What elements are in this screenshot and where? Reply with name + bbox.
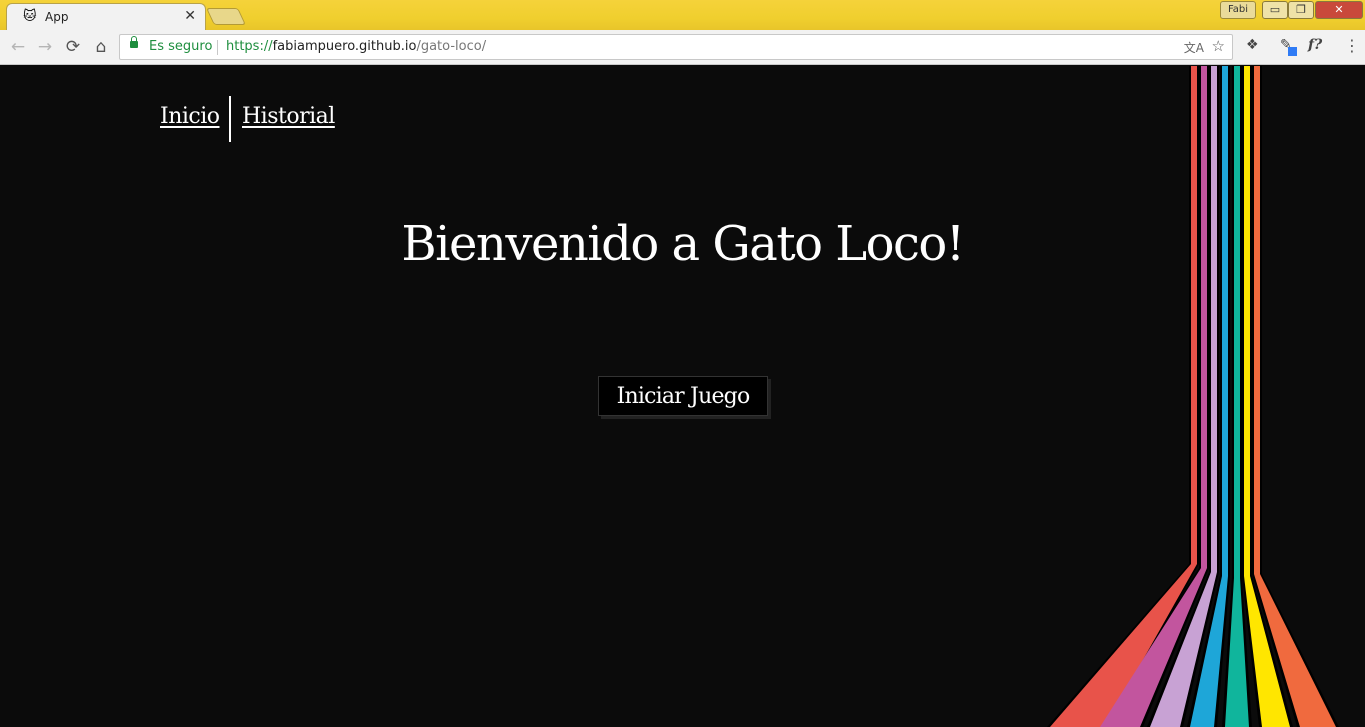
close-window-button[interactable]: ✕	[1315, 1, 1363, 19]
font-extension-icon[interactable]: f?	[1308, 37, 1322, 53]
color-swatch	[1288, 47, 1297, 56]
page-title: Bienvenido a Gato Loco!	[401, 216, 965, 272]
color-picker-extension-icon[interactable]: ✎	[1280, 37, 1297, 56]
minimize-button[interactable]: ▭	[1262, 1, 1288, 19]
tab-close-icon[interactable]: ✕	[184, 8, 196, 24]
address-bar[interactable]: Es seguro https://fabiampuero.github.io/…	[119, 34, 1233, 60]
browser-toolbar: ← → ⟳ ⌂ Es seguro https://fabiampuero.gi…	[0, 30, 1365, 65]
maximize-button[interactable]: ❐	[1288, 1, 1314, 19]
security-indicator[interactable]: Es seguro	[149, 39, 212, 54]
url-text[interactable]: https://fabiampuero.github.io/gato-loco/	[226, 39, 486, 54]
url-path: /gato-loco/	[416, 39, 487, 54]
cat-favicon-icon: 🐱	[23, 9, 37, 24]
forward-arrow-icon[interactable]: →	[34, 36, 56, 58]
bookmark-star-icon[interactable]: ☆	[1212, 37, 1225, 55]
page-content: Inicio Historial Bienvenido a Gato Loco!…	[0, 66, 1365, 727]
back-arrow-icon[interactable]: ←	[7, 36, 29, 58]
nav-link-inicio[interactable]: Inicio	[160, 104, 220, 129]
browser-menu-icon[interactable]: ⋮	[1344, 36, 1360, 55]
browser-titlebar: 🐱 App ✕ Fabi ▭ ❐ ✕	[0, 0, 1365, 30]
url-host: fabiampuero.github.io	[272, 39, 417, 54]
divider	[217, 40, 218, 55]
extension-icon[interactable]: ❖	[1246, 37, 1259, 53]
profile-button[interactable]: Fabi	[1220, 1, 1256, 19]
rainbow-stripe	[1254, 66, 1336, 727]
new-tab-button[interactable]	[206, 8, 246, 25]
start-game-button[interactable]: Iniciar Juego	[598, 376, 768, 416]
nav-divider	[229, 96, 231, 142]
url-scheme: https://	[226, 39, 273, 54]
home-icon[interactable]: ⌂	[90, 36, 112, 58]
translate-icon[interactable]: 文A	[1184, 39, 1204, 56]
nav-link-historial[interactable]: Historial	[242, 104, 335, 129]
lock-icon	[130, 36, 138, 48]
tab-title: App	[45, 10, 69, 24]
reload-icon[interactable]: ⟳	[62, 36, 84, 58]
browser-tab[interactable]: 🐱 App ✕	[6, 3, 206, 30]
